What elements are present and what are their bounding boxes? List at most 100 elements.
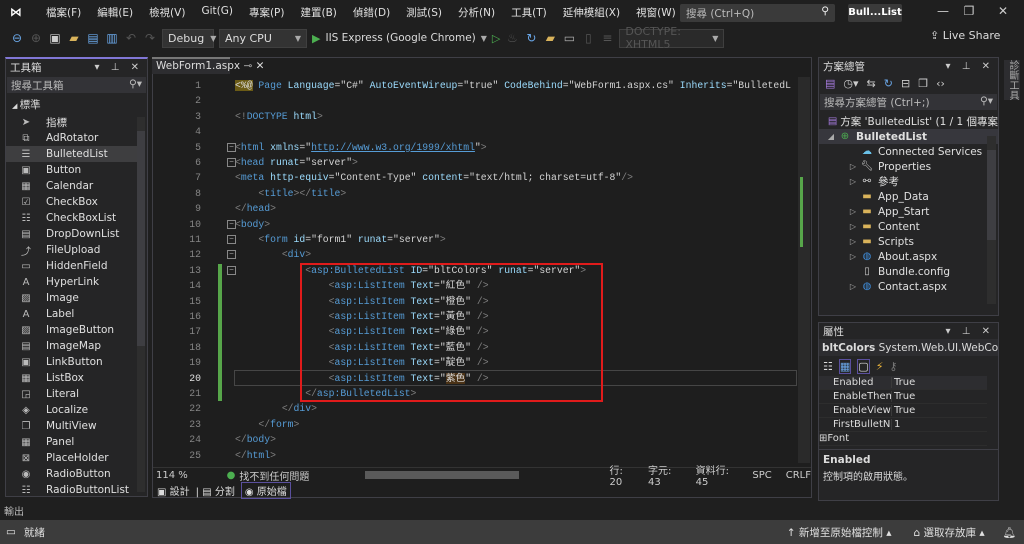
- toolbox-item[interactable]: ☷ CheckBoxList: [6, 210, 137, 226]
- toolbox-item[interactable]: ⧉ AdRotator: [6, 130, 137, 146]
- menu-item[interactable]: 編輯(E): [89, 5, 141, 20]
- solution-search-input[interactable]: 搜尋方案總管 (Ctrl+;) ⚲▾: [820, 94, 997, 110]
- code-line[interactable]: 4: [153, 124, 798, 139]
- solution-tree-item[interactable]: ◢ ⊕ BulletedList: [819, 129, 998, 144]
- solution-tree-item[interactable]: ▯ Bundle.config: [819, 264, 998, 279]
- refresh-icon[interactable]: ↻: [884, 77, 893, 90]
- code-line[interactable]: 11− <form id="form1" runat="server">: [153, 232, 798, 247]
- close-tab-icon[interactable]: ✕: [256, 60, 265, 72]
- chevron-down-icon[interactable]: ▼: [481, 34, 487, 43]
- toolbox-item[interactable]: ▦ Calendar: [6, 178, 137, 194]
- expand-arrow-icon[interactable]: ▷: [847, 282, 859, 291]
- line-ending-indicator[interactable]: CRLF: [786, 470, 811, 481]
- show-all-files-icon[interactable]: ❐: [918, 77, 928, 90]
- platform-select[interactable]: Any CPU ▼: [219, 28, 307, 48]
- open-folder-icon[interactable]: ▰: [67, 31, 81, 45]
- menu-item[interactable]: 測試(S): [398, 5, 450, 20]
- solution-tree-item[interactable]: ▬ App_Data: [819, 189, 998, 204]
- toolbox-item[interactable]: ▤ DropDownList: [6, 226, 137, 242]
- code-line[interactable]: 3 <!DOCTYPE html>: [153, 109, 798, 124]
- live-share-button[interactable]: ⇪ Live Share: [930, 29, 1000, 42]
- back-icon[interactable]: ⊖: [10, 31, 24, 45]
- toolbox-item[interactable]: ▦ ListBox: [6, 370, 137, 386]
- menu-item[interactable]: 建置(B): [292, 5, 344, 20]
- code-line[interactable]: 5− <html xmlns="http://www.w3.org/1999/xh…: [153, 140, 798, 155]
- browser-link-icon[interactable]: ▭: [562, 31, 576, 45]
- tab-split[interactable]: | ▤ 分割: [196, 483, 235, 498]
- expand-plus-icon[interactable]: ⊞: [819, 433, 827, 444]
- property-row[interactable]: EnableThemingTrue: [819, 390, 987, 404]
- toolbox-item[interactable]: ▣ LinkButton: [6, 354, 137, 370]
- property-row[interactable]: ⊞ Font: [819, 432, 987, 446]
- panel-controls[interactable]: ▾ ⊥ ✕: [95, 62, 143, 73]
- property-value[interactable]: True: [891, 391, 987, 402]
- expand-arrow-icon[interactable]: ▷: [847, 252, 859, 261]
- solution-tree-item[interactable]: ▤ 方案 'BulletedList' (1 / 1 個專案: [819, 114, 998, 129]
- solution-tree-item[interactable]: ▷ ▬ Content: [819, 219, 998, 234]
- solution-tree-item[interactable]: ▷ ◍ Contact.aspx: [819, 279, 998, 294]
- collapse-all-icon[interactable]: ⊟: [901, 77, 910, 90]
- tab-webform1[interactable]: WebForm1.aspx ⊸ ✕: [152, 57, 264, 74]
- solution-tree-item[interactable]: ▷ ▬ App_Start: [819, 204, 998, 219]
- menu-item[interactable]: 檔案(F): [38, 5, 89, 20]
- select-repository-button[interactable]: ⌂ 選取存放庫 ▴: [914, 525, 985, 540]
- code-line[interactable]: 10− <body>: [153, 217, 798, 232]
- toolbox-item[interactable]: ⊠ PlaceHolder: [6, 450, 137, 466]
- pin-icon[interactable]: ⊸: [244, 60, 253, 72]
- code-line[interactable]: 23 </form>: [153, 417, 798, 432]
- object-selector[interactable]: bltColors System.Web.UI.WebCon▼: [819, 339, 998, 356]
- save-icon[interactable]: ▤: [86, 31, 100, 45]
- menu-item[interactable]: 工具(T): [503, 5, 555, 20]
- horizontal-scrollbar[interactable]: [365, 471, 520, 479]
- hot-reload-icon[interactable]: ♨: [505, 31, 519, 45]
- diagnostic-tools-side-tab[interactable]: 診斷工具: [1004, 60, 1020, 100]
- property-value[interactable]: True: [891, 405, 987, 416]
- tab-source[interactable]: ◉ 原始檔: [240, 481, 291, 499]
- solution-tree-item[interactable]: ▷ ▬ Scripts: [819, 234, 998, 249]
- toolbox-scrollbar[interactable]: [137, 117, 145, 492]
- toolbox-item[interactable]: ▦ Panel: [6, 434, 137, 450]
- events-icon[interactable]: ⚡: [876, 360, 884, 373]
- property-row[interactable]: EnableViewStatTrue: [819, 404, 987, 418]
- run-icon[interactable]: ▶: [312, 32, 320, 45]
- output-tab[interactable]: 輸出: [0, 503, 30, 518]
- panel-controls[interactable]: ▾ ⊥ ✕: [946, 61, 994, 72]
- undo-icon[interactable]: ↶: [124, 31, 138, 45]
- toolbox-item[interactable]: ▭ HiddenField: [6, 258, 137, 274]
- doctype-select[interactable]: DOCTYPE: XHTML5 ▼: [619, 25, 725, 51]
- code-view-icon[interactable]: ‹›: [936, 77, 945, 90]
- code-line[interactable]: 12− <div>: [153, 247, 798, 262]
- code-line[interactable]: 24 </body>: [153, 432, 798, 447]
- menu-item[interactable]: 延伸模組(X): [555, 5, 628, 20]
- search-input[interactable]: 搜尋 (Ctrl+Q) ⚲: [680, 4, 835, 22]
- start-without-debugging-icon[interactable]: ▷: [492, 32, 500, 45]
- menu-item[interactable]: 專案(P): [241, 5, 293, 20]
- expand-arrow-icon[interactable]: ▷: [847, 222, 859, 231]
- property-value[interactable]: 1: [891, 419, 987, 430]
- toolbox-item[interactable]: ▣ Button: [6, 162, 137, 178]
- whitespace-indicator[interactable]: SPC: [752, 470, 771, 481]
- history-icon[interactable]: ◷▾: [843, 77, 858, 90]
- code-line[interactable]: 22 </div>: [153, 401, 798, 416]
- toolbox-item[interactable]: ▨ ImageButton: [6, 322, 137, 338]
- code-line[interactable]: 1 <%@ Page Language="C#" AutoEventWireup=…: [153, 78, 798, 93]
- categorized-icon[interactable]: ☷: [823, 360, 833, 373]
- property-pages-icon[interactable]: ⚷: [889, 360, 897, 373]
- toolbox-item[interactable]: ☰ BulletedList: [6, 146, 137, 162]
- zoom-select[interactable]: 114 %: [153, 470, 199, 481]
- close-button[interactable]: ✕: [988, 4, 1018, 22]
- toolbox-search-input[interactable]: 搜尋工具箱 ⚲▾: [7, 77, 146, 93]
- indent-icon[interactable]: ≡: [600, 31, 614, 45]
- toolbox-item[interactable]: ▨ Image: [6, 290, 137, 306]
- solution-scrollbar[interactable]: [987, 136, 996, 304]
- panel-controls[interactable]: ▾ ⊥ ✕: [946, 326, 994, 337]
- menu-item[interactable]: 檢視(V): [141, 5, 193, 20]
- code-line[interactable]: 8 <title></title>: [153, 186, 798, 201]
- sync-icon[interactable]: ⇆: [867, 77, 876, 90]
- notifications-bell-icon[interactable]: 🔔︎: [1003, 526, 1016, 539]
- code-line[interactable]: 6− <head runat="server">: [153, 155, 798, 170]
- menu-item[interactable]: 偵錯(D): [345, 5, 398, 20]
- restore-button[interactable]: ❐: [954, 4, 984, 22]
- toolbox-item[interactable]: ⤴ FileUpload: [6, 242, 137, 258]
- code-line[interactable]: 2: [153, 93, 798, 108]
